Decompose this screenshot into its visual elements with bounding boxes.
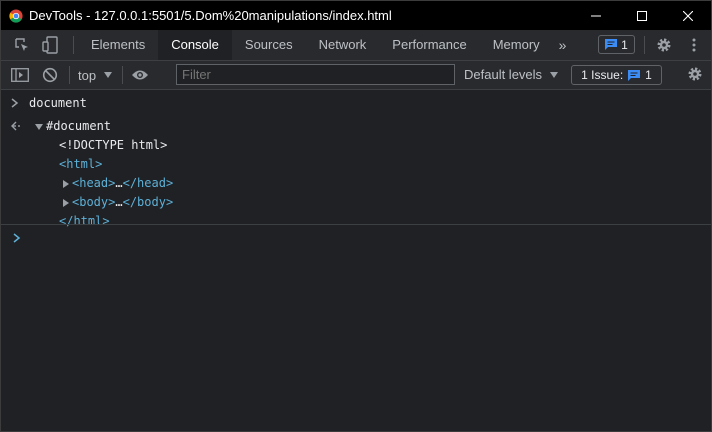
issues-count: 1 [645, 68, 652, 82]
chevron-down-icon [104, 72, 113, 78]
return-arrow-icon [11, 121, 20, 131]
body-open-tag: <body> [72, 195, 116, 209]
console-toolbar: top Default levels 1 Issue: 1 [1, 61, 711, 90]
settings-button[interactable] [653, 34, 675, 56]
doctype-node[interactable]: <!DOCTYPE html> [59, 138, 167, 152]
device-toggle-icon [42, 36, 58, 54]
more-tabs-button[interactable]: » [553, 37, 573, 53]
inspect-element-button[interactable] [11, 34, 33, 56]
toolbar-divider [73, 36, 74, 54]
log-levels-label: Default levels [464, 67, 543, 82]
doctype-text: <!DOCTYPE html> [59, 138, 168, 152]
messages-count: 1 [621, 37, 628, 52]
html-open-node[interactable]: <html> [59, 157, 102, 171]
toolbar-divider [122, 66, 124, 84]
gear-icon [688, 67, 702, 81]
log-levels-dropdown[interactable]: Default levels [464, 61, 559, 89]
minimize-button[interactable] [573, 1, 619, 30]
head-close-tag: </head> [122, 176, 174, 190]
console-settings-button[interactable] [687, 66, 703, 85]
console-input-text: document [29, 96, 87, 110]
body-ellipsis: … [115, 195, 123, 209]
eye-icon [132, 70, 149, 80]
html-open-tag: <html> [59, 157, 103, 171]
close-button[interactable] [665, 1, 711, 30]
toolbar-divider [644, 36, 645, 54]
console-input-entry: document [11, 96, 87, 110]
tab-sources[interactable]: Sources [232, 30, 306, 60]
inspect-cursor-icon [15, 38, 28, 51]
tab-console[interactable]: Console [158, 30, 232, 60]
panel-tab-bar: Elements Console Sources Network Perform… [1, 30, 711, 61]
collapsed-triangle-icon [63, 179, 69, 188]
close-icon [683, 10, 693, 21]
expanded-triangle-icon [35, 123, 43, 130]
context-label: top [78, 67, 97, 83]
body-close-tag: </body> [122, 195, 174, 209]
customize-menu-button[interactable] [683, 34, 705, 56]
head-open-tag: <head> [72, 176, 116, 190]
document-label: #document [46, 119, 112, 133]
device-toolbar-button[interactable] [39, 34, 61, 56]
document-node[interactable]: #document [35, 119, 111, 133]
chrome-logo-icon [9, 8, 23, 23]
issues-label: 1 Issue: [581, 68, 624, 82]
minimize-icon [591, 15, 601, 16]
message-icon [628, 69, 641, 81]
chevron-right-icon [11, 98, 19, 108]
chevron-down-icon [550, 72, 559, 78]
issues-button[interactable]: 1 Issue: 1 [571, 65, 662, 85]
show-sidebar-button[interactable] [9, 64, 31, 86]
clear-console-button[interactable] [39, 64, 61, 86]
messages-badge-button[interactable]: 1 [598, 35, 635, 54]
window-title: DevTools - 127.0.0.1:5501/5.Dom%20manipu… [29, 8, 392, 23]
maximize-icon [637, 10, 647, 21]
message-icon [605, 39, 618, 50]
title-bar: DevTools - 127.0.0.1:5501/5.Dom%20manipu… [1, 1, 711, 30]
head-ellipsis: … [115, 176, 123, 190]
context-selector[interactable]: top [78, 67, 113, 83]
gear-icon [657, 38, 671, 52]
html-close-tag: </html> [59, 214, 110, 228]
filter-input[interactable] [176, 64, 455, 85]
kebab-menu-icon [692, 38, 696, 52]
html-close-node[interactable]: </html> [59, 214, 110, 228]
tab-network[interactable]: Network [306, 30, 380, 60]
head-node[interactable]: <head>…</head> [63, 176, 173, 190]
tab-performance[interactable]: Performance [379, 30, 479, 60]
console-divider [1, 224, 711, 225]
toolbar-divider [69, 66, 70, 84]
body-node[interactable]: <body>…</body> [63, 195, 173, 209]
clear-console-icon [42, 67, 58, 83]
console-prompt[interactable] [13, 232, 21, 246]
tab-elements[interactable]: Elements [78, 30, 158, 60]
devtools-window: DevTools - 127.0.0.1:5501/5.Dom%20manipu… [0, 0, 712, 432]
sidebar-toggle-icon [11, 68, 29, 82]
collapsed-triangle-icon [63, 198, 69, 207]
prompt-chevron-icon [13, 233, 21, 243]
tab-memory[interactable]: Memory [480, 30, 553, 60]
maximize-button[interactable] [619, 1, 665, 30]
console-result-entry: #document [11, 119, 111, 133]
live-expression-button[interactable] [129, 64, 151, 86]
